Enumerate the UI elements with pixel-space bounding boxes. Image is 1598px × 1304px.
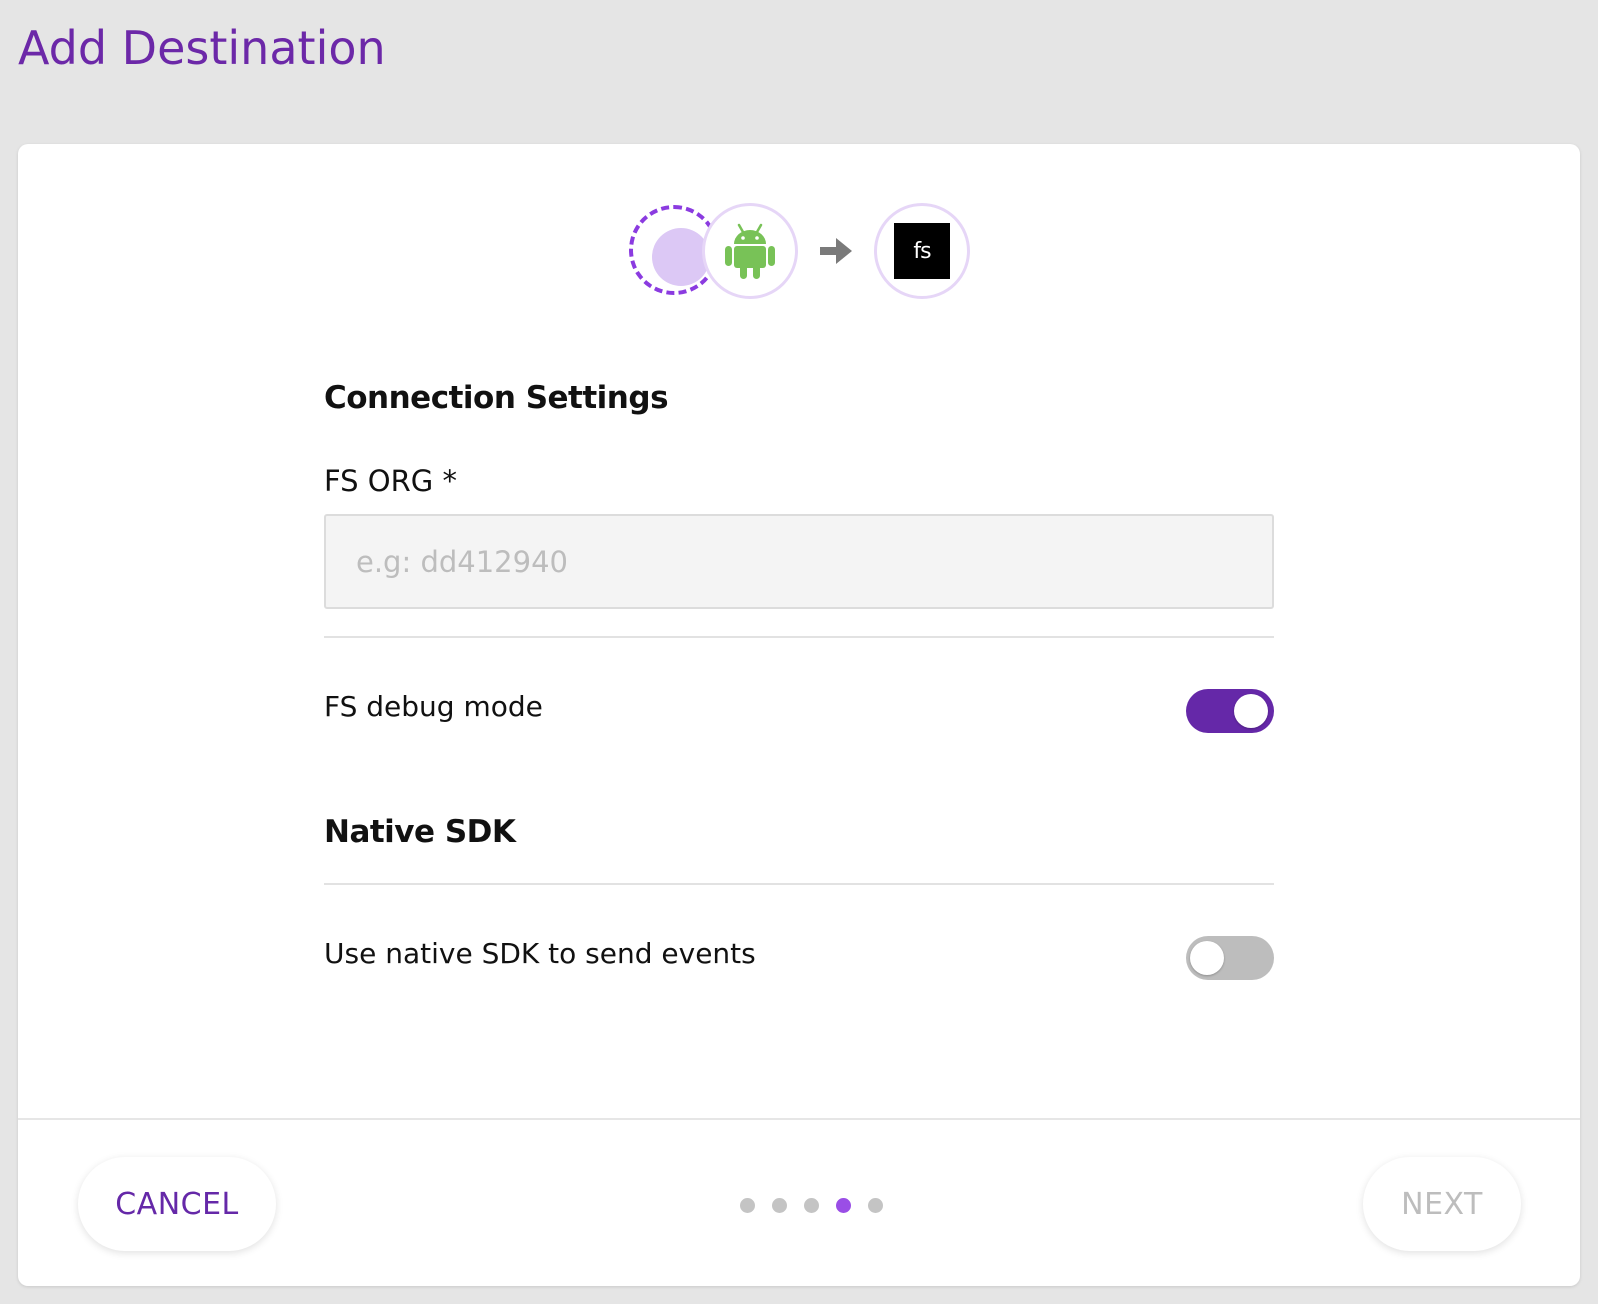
next-button[interactable]: NEXT (1363, 1157, 1521, 1251)
native-sdk-title: Native SDK (324, 814, 516, 850)
use-native-sdk-label: Use native SDK to send events (324, 937, 756, 970)
page-title: Add Destination (18, 21, 386, 75)
use-native-sdk-toggle[interactable] (1186, 936, 1274, 980)
fs-destination-node: fs (874, 203, 970, 299)
arrow-right-icon (820, 238, 852, 264)
destination-card: fs Connection Settings FS ORG * FS debug… (18, 144, 1580, 1286)
step-dot-active (836, 1198, 851, 1213)
toggle-knob (1234, 694, 1268, 728)
toggle-knob (1190, 941, 1224, 975)
step-dot (740, 1198, 755, 1213)
fs-org-label: FS ORG * (324, 464, 457, 498)
fs-logo-icon: fs (894, 223, 950, 279)
section-divider (324, 883, 1274, 885)
connection-settings-title: Connection Settings (324, 380, 669, 416)
step-dot (772, 1198, 787, 1213)
android-source-node (702, 203, 798, 299)
step-indicator (740, 1198, 883, 1213)
footer-divider (18, 1118, 1580, 1120)
step-dot (868, 1198, 883, 1213)
fs-debug-mode-toggle[interactable] (1186, 689, 1274, 733)
step-dot (804, 1198, 819, 1213)
android-icon (725, 223, 775, 279)
cancel-button[interactable]: CANCEL (78, 1157, 276, 1251)
source-placeholder-dot (652, 228, 710, 286)
fs-debug-mode-label: FS debug mode (324, 690, 543, 723)
section-divider (324, 636, 1274, 638)
fs-org-input[interactable] (324, 514, 1274, 609)
